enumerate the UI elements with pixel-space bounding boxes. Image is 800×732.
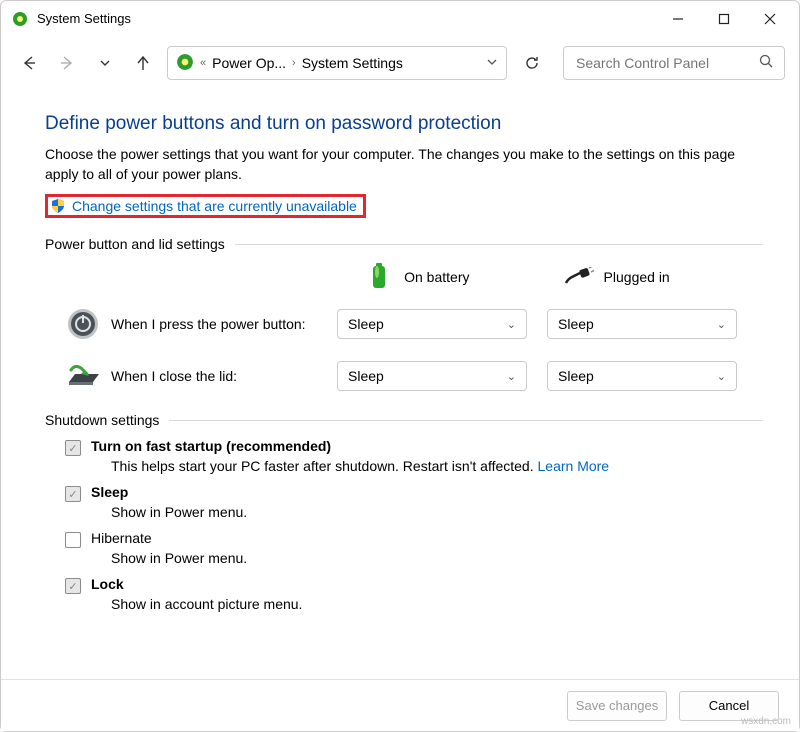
search-icon bbox=[759, 54, 774, 72]
plug-icon bbox=[564, 262, 594, 292]
select-lid-on-battery[interactable]: Sleep ⌄ bbox=[337, 361, 527, 391]
page-title: Define power buttons and turn on passwor… bbox=[45, 113, 763, 135]
watermark: wsxdn.com bbox=[741, 716, 791, 727]
lid-icon bbox=[65, 358, 101, 394]
checkbox-hibernate[interactable] bbox=[65, 532, 81, 548]
section-power-button-lid: Power button and lid settings bbox=[45, 236, 763, 252]
row-label: When I close the lid: bbox=[111, 368, 327, 384]
checkbox-label: Sleep bbox=[91, 484, 128, 500]
checkbox-fast-startup[interactable]: ✓ bbox=[65, 440, 81, 456]
divider bbox=[169, 420, 763, 421]
footer: Save changes Cancel bbox=[1, 679, 799, 731]
recent-dropdown[interactable] bbox=[91, 49, 119, 77]
divider bbox=[235, 244, 763, 245]
select-value: Sleep bbox=[348, 368, 384, 384]
refresh-button[interactable] bbox=[517, 48, 547, 78]
select-value: Sleep bbox=[348, 316, 384, 332]
search-box[interactable] bbox=[563, 46, 785, 80]
chevron-down-icon: ⌄ bbox=[717, 318, 726, 331]
search-input[interactable] bbox=[574, 54, 759, 72]
back-button[interactable] bbox=[15, 49, 43, 77]
breadcrumb-bar[interactable]: « Power Op... › System Settings bbox=[167, 46, 507, 80]
maximize-button[interactable] bbox=[701, 3, 747, 35]
chevron-down-icon: ⌄ bbox=[507, 370, 516, 383]
navbar: « Power Op... › System Settings bbox=[1, 37, 799, 89]
chevron-down-icon: ⌄ bbox=[717, 370, 726, 383]
page-description: Choose the power settings that you want … bbox=[45, 145, 763, 184]
section-label: Power button and lid settings bbox=[45, 236, 225, 252]
battery-icon bbox=[364, 262, 394, 292]
sleep-desc: Show in Power menu. bbox=[111, 504, 763, 520]
learn-more-link[interactable]: Learn More bbox=[538, 458, 610, 474]
select-lid-plugged[interactable]: Sleep ⌄ bbox=[547, 361, 737, 391]
forward-button[interactable] bbox=[53, 49, 81, 77]
up-button[interactable] bbox=[129, 49, 157, 77]
section-label: Shutdown settings bbox=[45, 412, 159, 428]
change-settings-highlight: Change settings that are currently unava… bbox=[45, 194, 366, 218]
content-area: Define power buttons and turn on passwor… bbox=[1, 89, 799, 612]
select-value: Sleep bbox=[558, 368, 594, 384]
lock-desc: Show in account picture menu. bbox=[111, 596, 763, 612]
checkbox-label: Hibernate bbox=[91, 530, 152, 546]
window-title: System Settings bbox=[37, 11, 655, 26]
column-label: On battery bbox=[404, 269, 469, 285]
select-power-plugged[interactable]: Sleep ⌄ bbox=[547, 309, 737, 339]
select-power-on-battery[interactable]: Sleep ⌄ bbox=[337, 309, 527, 339]
chevron-right-icon: › bbox=[292, 57, 296, 69]
hibernate-desc: Show in Power menu. bbox=[111, 550, 763, 566]
breadcrumb-icon bbox=[176, 53, 194, 74]
minimize-button[interactable] bbox=[655, 3, 701, 35]
close-button[interactable] bbox=[747, 3, 793, 35]
checkbox-label: Turn on fast startup (recommended) bbox=[91, 438, 331, 454]
breadcrumb-item-1[interactable]: Power Op... bbox=[212, 55, 286, 71]
breadcrumb-item-2[interactable]: System Settings bbox=[302, 55, 403, 71]
fast-startup-desc: This helps start your PC faster after sh… bbox=[111, 458, 763, 474]
checkbox-lock[interactable]: ✓ bbox=[65, 578, 81, 594]
power-button-icon bbox=[65, 306, 101, 342]
row-close-lid: When I close the lid: Sleep ⌄ Sleep ⌄ bbox=[45, 358, 763, 394]
app-icon bbox=[11, 10, 29, 28]
column-on-battery: On battery bbox=[364, 262, 563, 292]
change-settings-link[interactable]: Change settings that are currently unava… bbox=[72, 198, 357, 214]
row-power-button: When I press the power button: Sleep ⌄ S… bbox=[45, 306, 763, 342]
titlebar: System Settings bbox=[1, 1, 799, 37]
chevron-down-icon: ⌄ bbox=[507, 318, 516, 331]
shield-icon bbox=[50, 198, 66, 214]
breadcrumb-expand[interactable] bbox=[486, 55, 498, 71]
column-plugged-in: Plugged in bbox=[564, 262, 763, 292]
checkbox-label: Lock bbox=[91, 576, 124, 592]
section-shutdown: Shutdown settings bbox=[45, 412, 763, 428]
checkbox-sleep[interactable]: ✓ bbox=[65, 486, 81, 502]
save-changes-button[interactable]: Save changes bbox=[567, 691, 667, 721]
breadcrumb-prefix-icon: « bbox=[200, 57, 206, 69]
select-value: Sleep bbox=[558, 316, 594, 332]
column-label: Plugged in bbox=[604, 269, 670, 285]
row-label: When I press the power button: bbox=[111, 316, 327, 332]
